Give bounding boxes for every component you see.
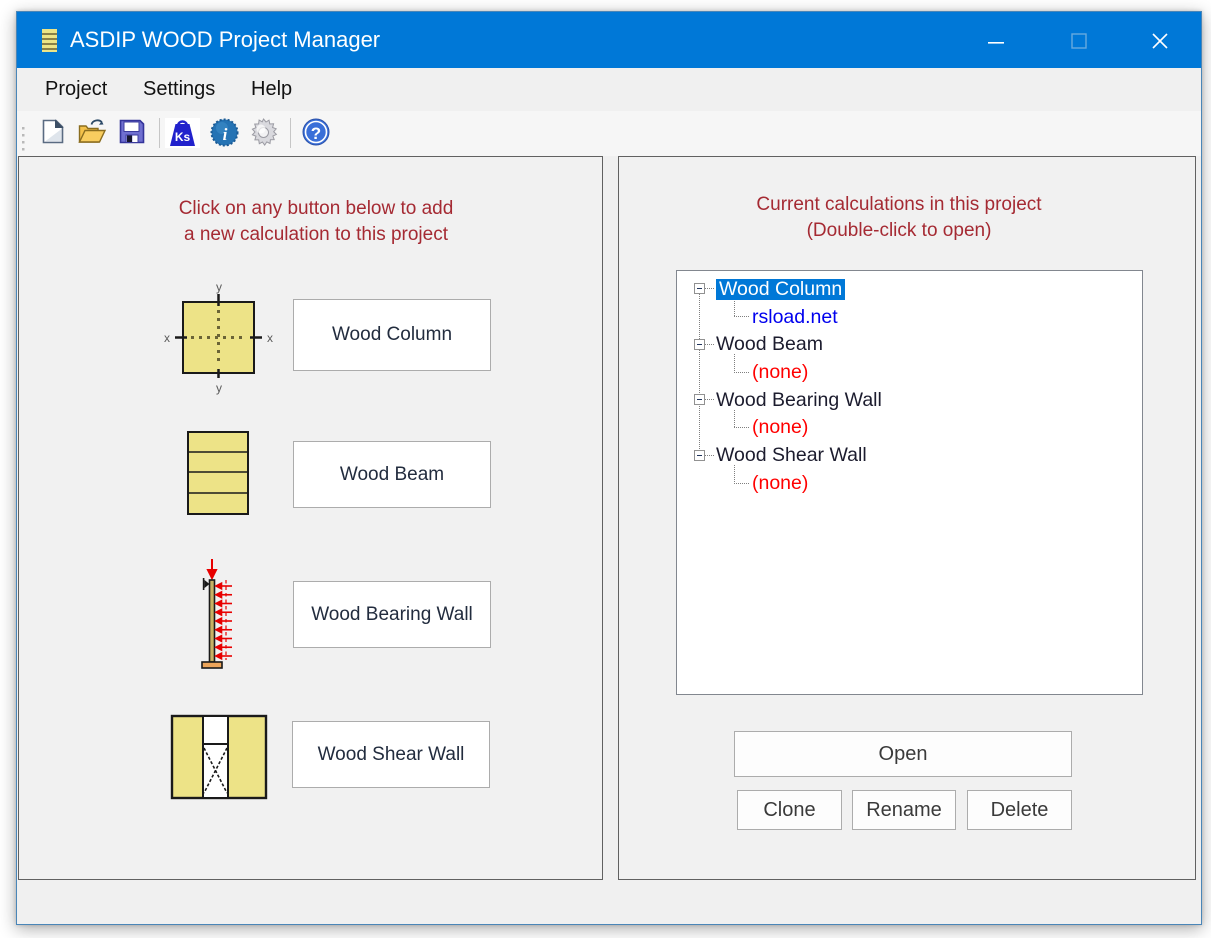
svg-text:?: ? [311, 124, 321, 143]
svg-text:y: y [216, 381, 222, 395]
svg-text:Ks: Ks [175, 130, 191, 144]
svg-text:y: y [216, 280, 222, 294]
svg-text:i: i [223, 125, 228, 144]
svg-text:x: x [164, 331, 170, 345]
svg-text:x: x [267, 331, 273, 345]
